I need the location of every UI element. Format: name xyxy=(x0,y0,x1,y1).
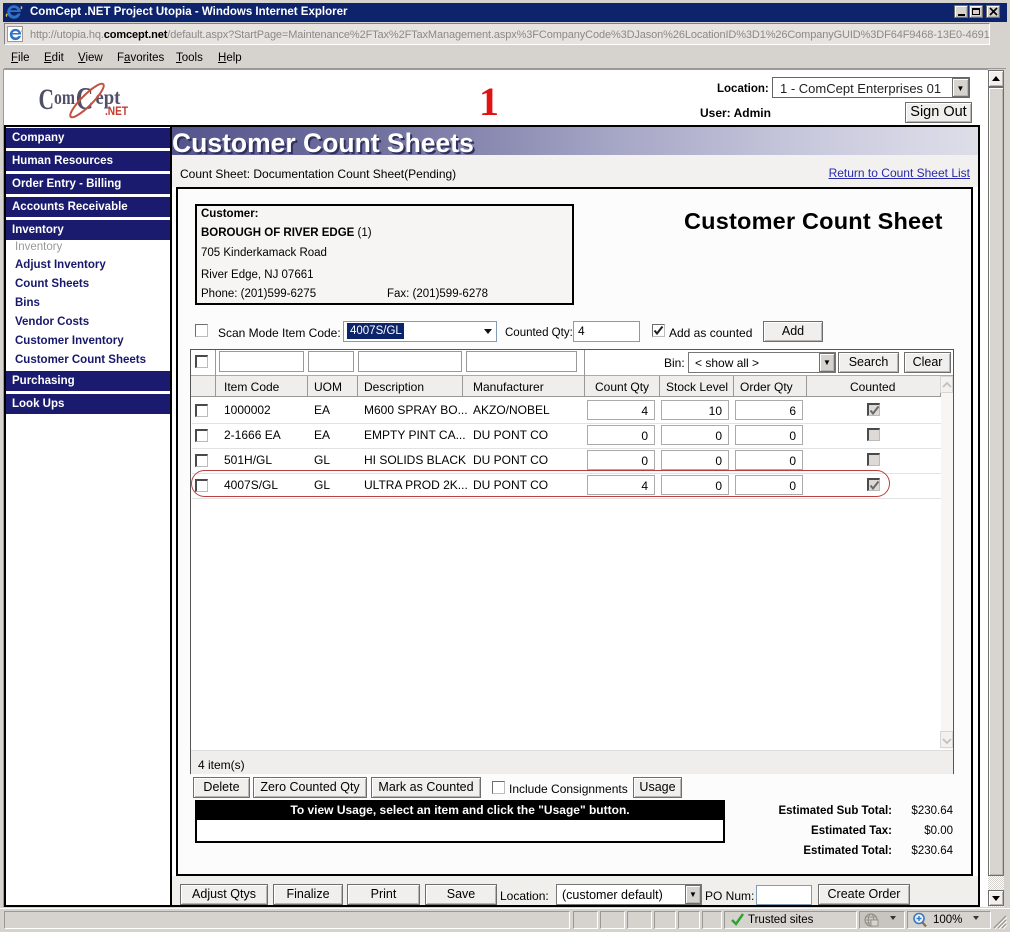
svg-text:om: om xyxy=(54,85,75,109)
svg-text:.NET: .NET xyxy=(105,106,128,118)
svg-text:C: C xyxy=(39,83,55,116)
